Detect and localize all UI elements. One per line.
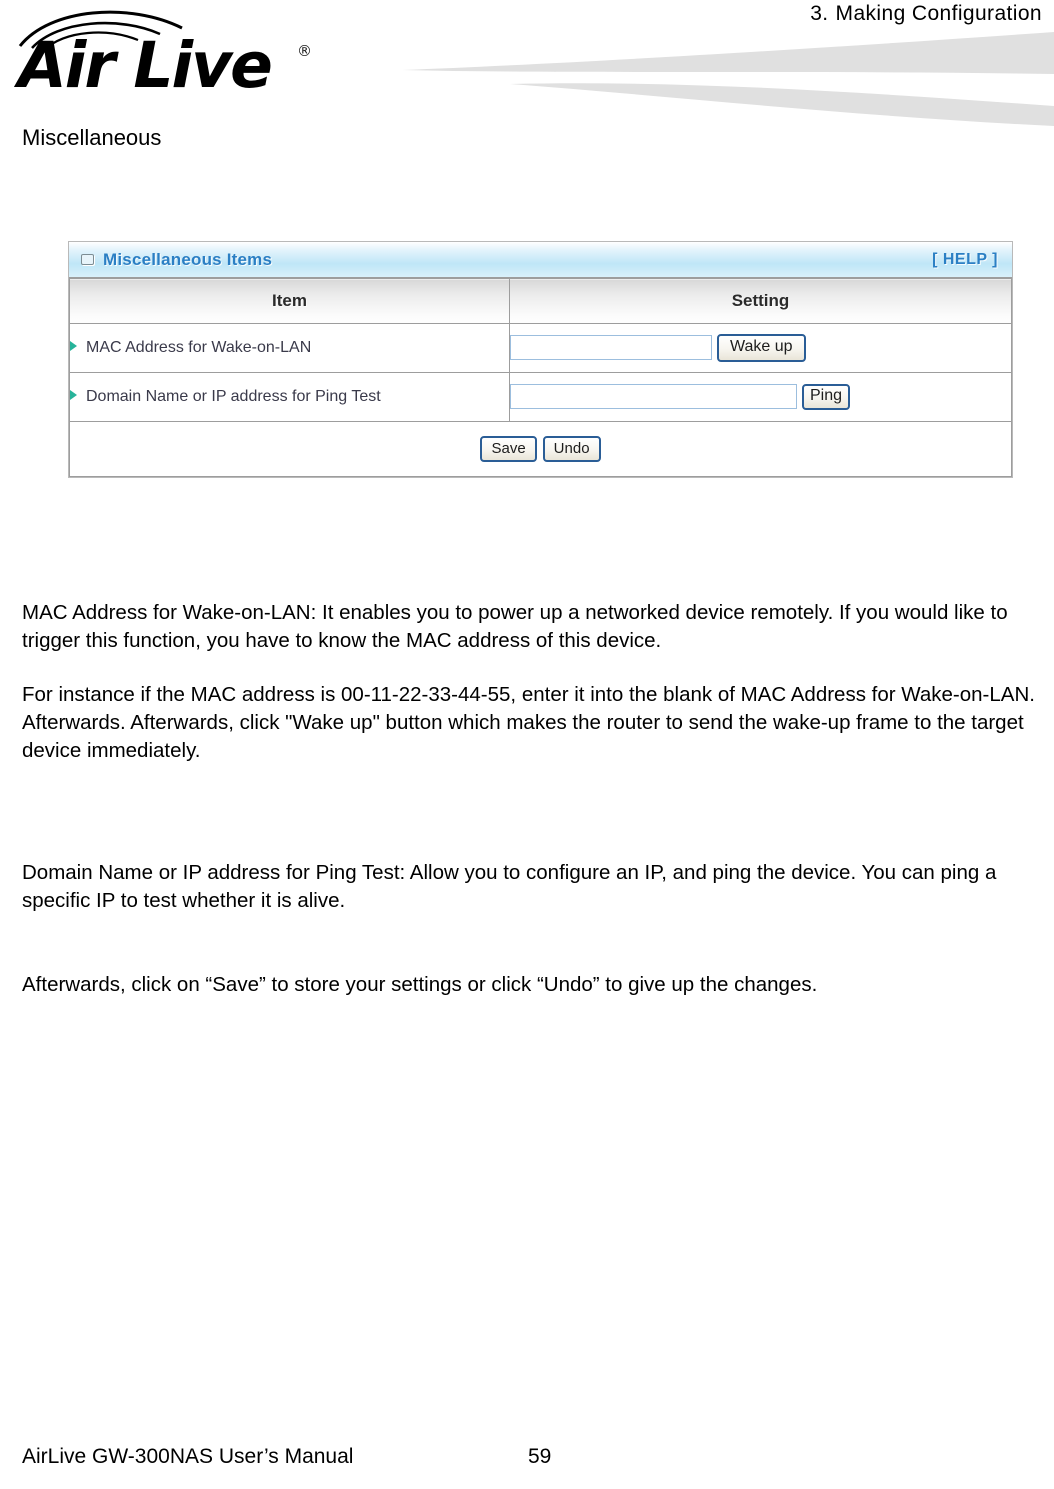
settings-table: Item Setting MAC Address for Wake-on-LAN… — [69, 278, 1012, 477]
registered-trademark-icon: ® — [297, 42, 312, 60]
setting-controls: Wake up — [510, 334, 1011, 362]
decorative-swoosh — [402, 32, 1054, 126]
table-row: Domain Name or IP address for Ping Test … — [69, 372, 1012, 422]
help-link[interactable]: [ HELP ] — [932, 251, 998, 269]
chapter-running-head: 3. Making Configuration — [810, 2, 1042, 26]
undo-button[interactable]: Undo — [542, 435, 601, 463]
wake-up-button[interactable]: Wake up — [717, 334, 806, 362]
footer-manual-title: AirLive GW-300NAS User’s Manual — [22, 1445, 354, 1468]
row-setting-mac-wol: Wake up — [509, 323, 1012, 373]
collapse-box-icon[interactable] — [81, 254, 94, 265]
row-label-ping-test: Domain Name or IP address for Ping Test — [69, 372, 510, 422]
row-label-text: Domain Name or IP address for Ping Test — [86, 388, 381, 405]
table-row: MAC Address for Wake-on-LAN Wake up — [69, 323, 1012, 373]
chapter-title-text: Making Configuration — [835, 2, 1042, 25]
panel-titlebar: Miscellaneous Items [ HELP ] — [69, 242, 1012, 278]
save-button[interactable]: Save — [480, 435, 537, 463]
page-title: Miscellaneous — [22, 125, 162, 150]
row-setting-ping-test: Ping — [509, 372, 1012, 422]
column-header-item: Item — [69, 278, 510, 324]
panel-title: Miscellaneous Items — [103, 249, 273, 269]
setting-controls: Ping — [510, 384, 1011, 410]
mac-address-input[interactable] — [510, 335, 712, 361]
table-header-row: Item Setting — [69, 278, 1012, 324]
footer-page-number: 59 — [528, 1445, 552, 1468]
arrow-bullet-icon — [70, 341, 77, 351]
paragraph-ping-test: Domain Name or IP address for Ping Test:… — [22, 860, 997, 912]
panel-title-group: Miscellaneous Items — [81, 250, 932, 270]
page-footer: AirLive GW-300NAS User’s Manual 59 — [0, 1445, 1054, 1475]
row-label-text: MAC Address for Wake-on-LAN — [86, 339, 312, 356]
miscellaneous-items-panel: Miscellaneous Items [ HELP ] Item Settin… — [68, 241, 1013, 478]
column-header-setting: Setting — [509, 278, 1012, 324]
row-label-mac-wol: MAC Address for Wake-on-LAN — [69, 323, 510, 373]
ping-button[interactable]: Ping — [802, 384, 851, 410]
page-header: 3. Making Configuration Air Live ® — [0, 0, 1054, 126]
paragraph-mac-instance: For instance if the MAC address is 00-11… — [22, 682, 1035, 762]
chapter-number: 3. — [810, 2, 829, 25]
logo-wordmark: Air Live — [18, 29, 273, 102]
table-actions-row: Save Undo — [69, 421, 1012, 477]
airlive-logo: Air Live ® — [10, 6, 330, 102]
arrow-bullet-icon — [70, 390, 77, 400]
paragraph-mac-wol: MAC Address for Wake-on-LAN: It enables … — [22, 600, 1008, 652]
paragraph-save-undo: Afterwards, click on “Save” to store you… — [22, 972, 818, 996]
ping-target-input[interactable] — [510, 384, 797, 410]
action-buttons-cell: Save Undo — [69, 421, 1012, 477]
